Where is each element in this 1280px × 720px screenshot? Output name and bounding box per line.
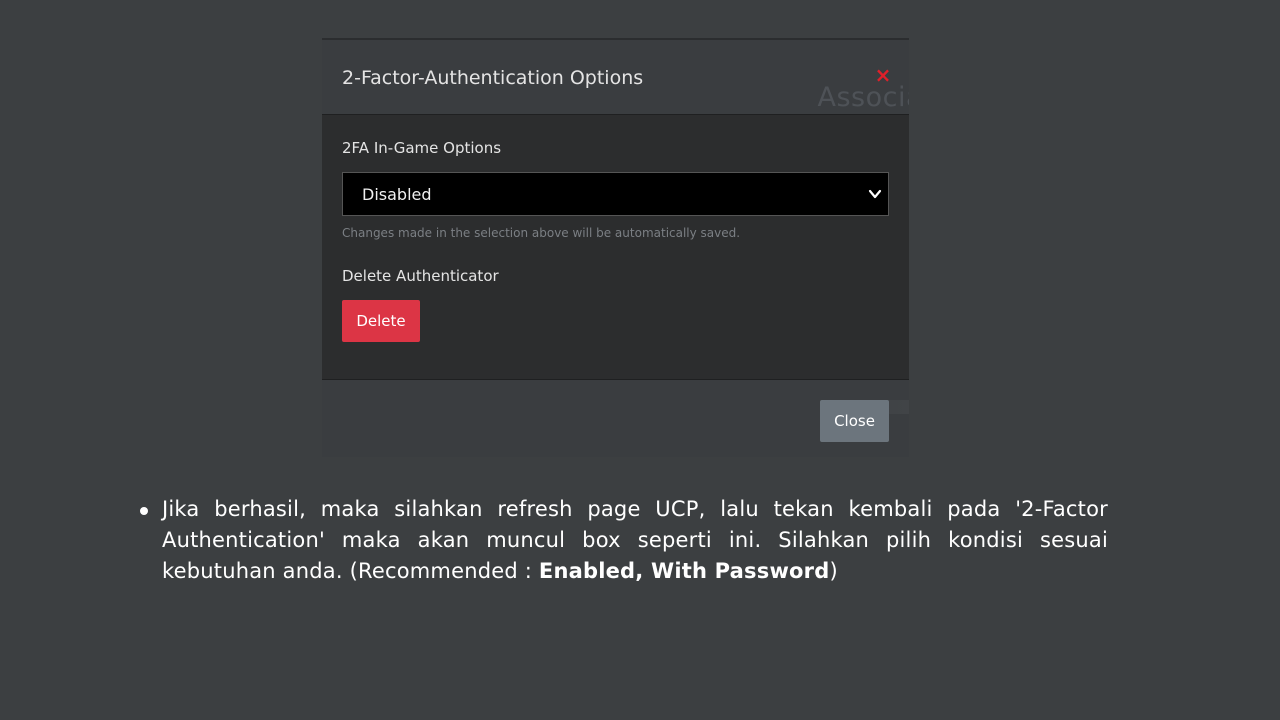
ingame-options-label: 2FA In-Game Options [342, 139, 502, 157]
instruction-text-end: ) [829, 559, 838, 583]
modal-header: Associa 2-Factor-Authentication Options … [322, 38, 909, 114]
select-selected-value: Disabled [362, 185, 432, 204]
close-button[interactable]: Close [820, 400, 889, 442]
delete-button[interactable]: Delete [342, 300, 420, 342]
ingame-options-select[interactable]: Disabled [342, 172, 889, 216]
autosave-help-text: Changes made in the selection above will… [342, 226, 741, 240]
modal-body: 2FA In-Game Options Disabled Changes mad… [322, 114, 909, 380]
modal-title: 2-Factor-Authentication Options [342, 67, 644, 89]
instruction-text: Jika berhasil, maka silahkan refresh pag… [162, 494, 1108, 587]
modal-screenshot: Associa 2-Factor-Authentication Options … [322, 38, 909, 457]
background-ghost-text: Associa [817, 82, 909, 113]
delete-authenticator-label: Delete Authenticator [342, 267, 499, 285]
modal-footer: Close [322, 380, 909, 457]
close-icon[interactable]: × [872, 64, 894, 86]
chevron-down-icon [868, 189, 882, 199]
recommended-option: Enabled, With Password [538, 559, 830, 583]
bullet-icon [140, 507, 148, 515]
